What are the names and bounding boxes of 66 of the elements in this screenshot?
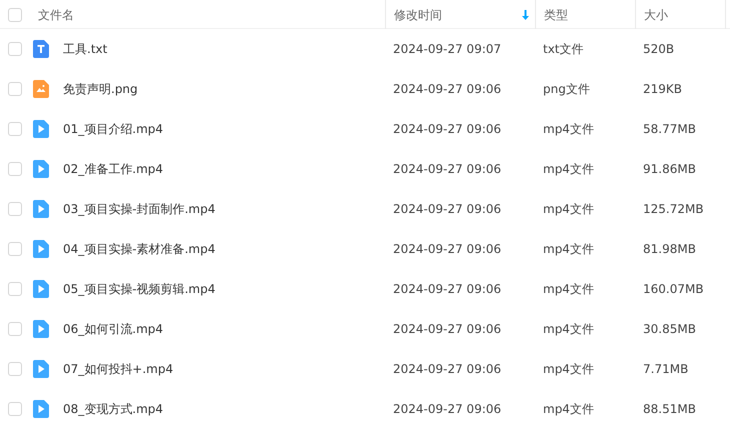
video-file-icon [33, 240, 49, 258]
modified-time: 2024-09-27 09:06 [393, 122, 502, 136]
file-type: mp4文件 [543, 162, 594, 176]
file-name[interactable]: 免责声明.png [63, 80, 138, 98]
file-type: txt文件 [543, 42, 584, 56]
file-size: 125.72MB [643, 202, 704, 216]
text-file-icon [33, 40, 49, 58]
checkbox[interactable] [8, 8, 22, 22]
checkbox[interactable] [8, 162, 22, 176]
image-file-icon [33, 80, 49, 98]
file-size: 219KB [643, 82, 682, 96]
checkbox[interactable] [8, 82, 22, 96]
column-header[interactable]: 大小 [644, 6, 668, 24]
checkbox[interactable] [8, 362, 22, 376]
column-header[interactable]: 文件名 [38, 6, 74, 24]
file-type: mp4文件 [543, 402, 594, 416]
modified-time: 2024-09-27 09:06 [393, 82, 502, 96]
checkbox[interactable] [8, 282, 22, 296]
modified-time: 2024-09-27 09:06 [393, 402, 502, 416]
file-name[interactable]: 06_如何引流.mp4 [63, 320, 164, 338]
video-file-icon [33, 280, 49, 298]
file-type: mp4文件 [543, 202, 594, 216]
file-size: 88.51MB [643, 402, 696, 416]
checkbox[interactable] [8, 202, 22, 216]
file-size: 58.77MB [643, 122, 696, 136]
video-file-icon [33, 120, 49, 138]
checkbox[interactable] [8, 322, 22, 336]
file-type: mp4文件 [543, 362, 594, 376]
sort-arrow-icon[interactable] [522, 10, 529, 20]
file-type: mp4文件 [543, 122, 594, 136]
file-name[interactable]: 01_项目介绍.mp4 [63, 120, 164, 138]
file-name[interactable]: 03_项目实操-封面制作.mp4 [63, 200, 216, 218]
file-type: mp4文件 [543, 282, 594, 296]
video-file-icon [33, 200, 49, 218]
file-type: mp4文件 [543, 242, 594, 256]
column-header[interactable]: 修改时间 [394, 6, 442, 24]
file-size: 81.98MB [643, 242, 696, 256]
checkbox[interactable] [8, 42, 22, 56]
modified-time: 2024-09-27 09:06 [393, 322, 502, 336]
file-name[interactable]: 04_项目实操-素材准备.mp4 [63, 240, 216, 258]
modified-time: 2024-09-27 09:07 [393, 42, 502, 56]
column-header[interactable]: 类型 [544, 6, 568, 24]
modified-time: 2024-09-27 09:06 [393, 362, 502, 376]
file-name[interactable]: 05_项目实操-视频剪辑.mp4 [63, 280, 216, 298]
file-name[interactable]: 08_变现方式.mp4 [63, 400, 164, 418]
file-size: 520B [643, 42, 674, 56]
file-name[interactable]: 07_如何投抖+.mp4 [63, 360, 174, 378]
checkbox[interactable] [8, 402, 22, 416]
file-size: 160.07MB [643, 282, 704, 296]
checkbox[interactable] [8, 242, 22, 256]
file-size: 30.85MB [643, 322, 696, 336]
modified-time: 2024-09-27 09:06 [393, 162, 502, 176]
file-type: mp4文件 [543, 322, 594, 336]
file-type: png文件 [543, 82, 590, 96]
video-file-icon [33, 360, 49, 378]
modified-time: 2024-09-27 09:06 [393, 282, 502, 296]
modified-time: 2024-09-27 09:06 [393, 242, 502, 256]
file-size: 7.71MB [643, 362, 688, 376]
file-size: 91.86MB [643, 162, 696, 176]
modified-time: 2024-09-27 09:06 [393, 202, 502, 216]
video-file-icon [33, 400, 49, 418]
video-file-icon [33, 160, 49, 178]
video-file-icon [33, 320, 49, 338]
file-name[interactable]: 工具.txt [63, 40, 108, 58]
file-name[interactable]: 02_准备工作.mp4 [63, 160, 164, 178]
checkbox[interactable] [8, 122, 22, 136]
